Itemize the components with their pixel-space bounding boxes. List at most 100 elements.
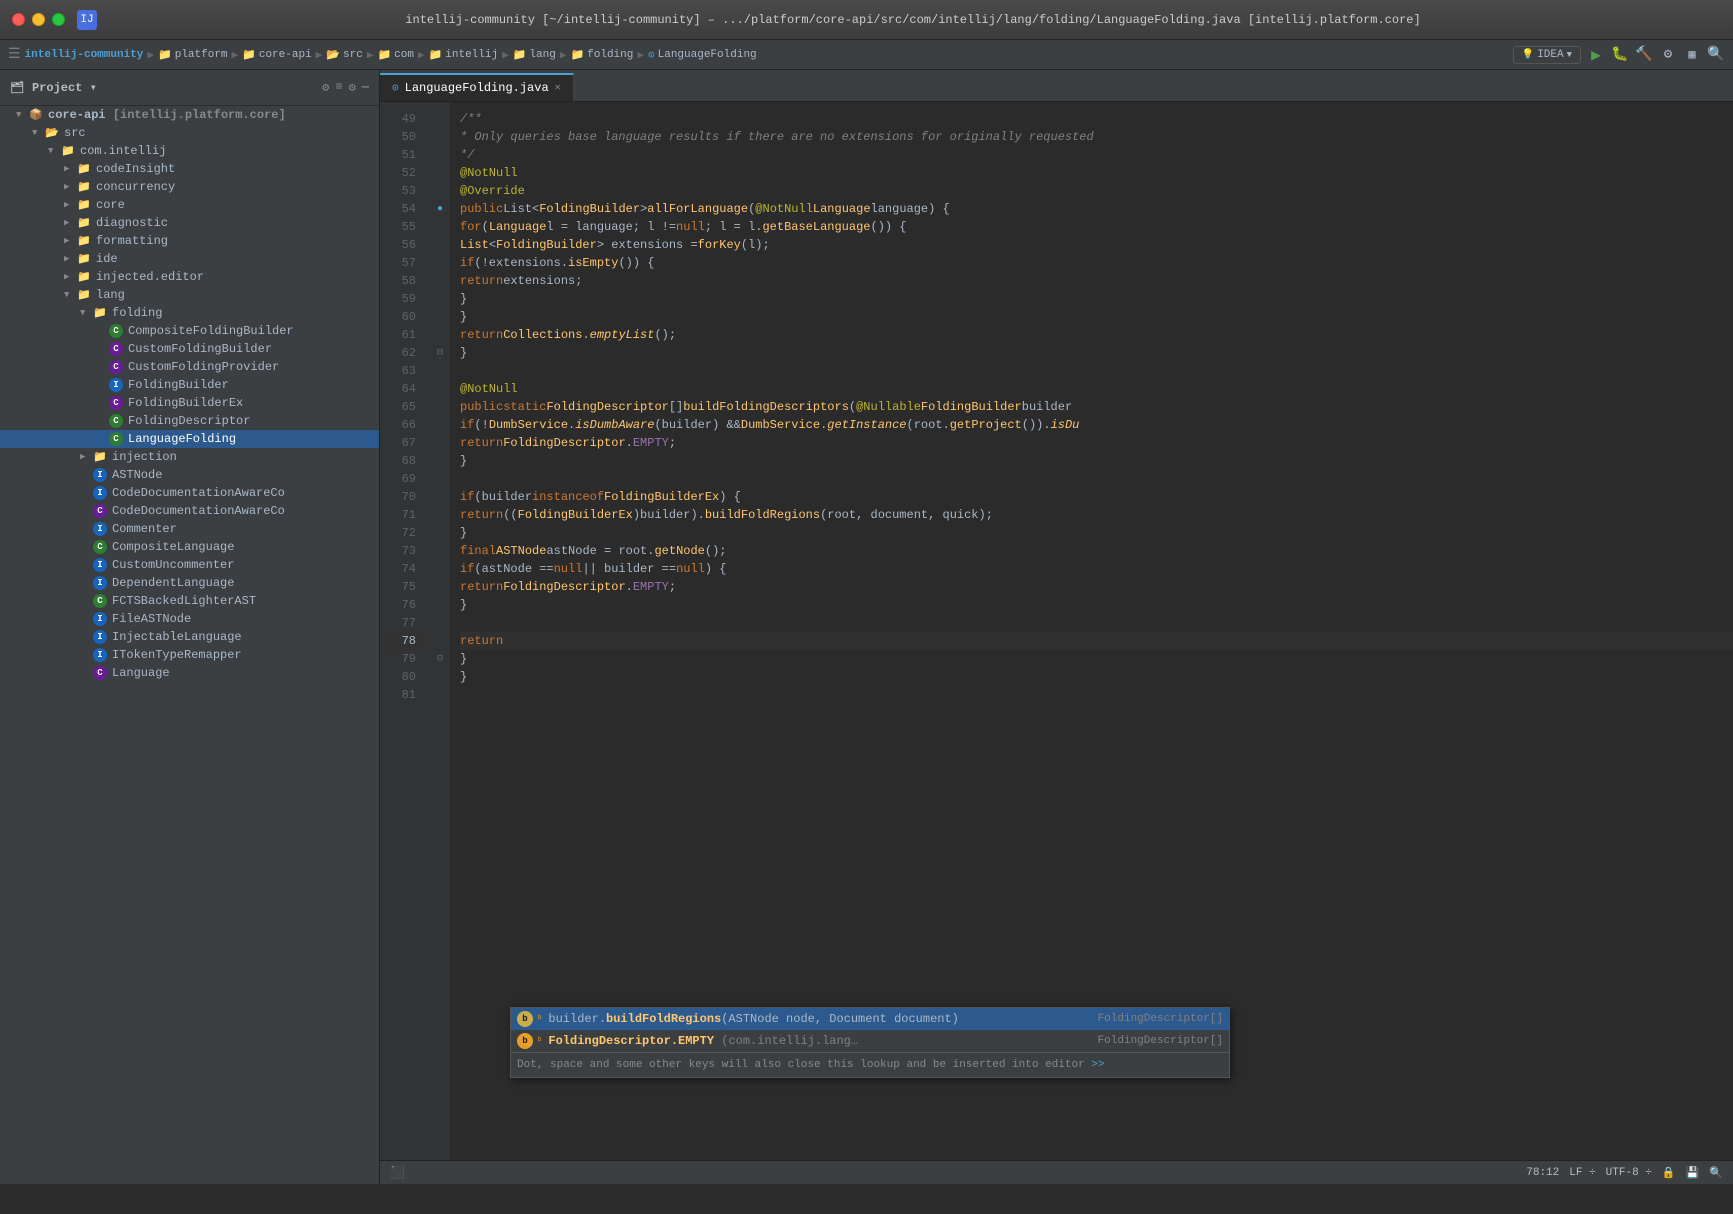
code-line-60: }	[460, 308, 1733, 326]
tree-item-codeInsight[interactable]: ▶ 📁 codeInsight	[0, 160, 379, 178]
line-ending[interactable]: LF ÷	[1569, 1167, 1595, 1179]
build-button[interactable]: 🔨	[1635, 46, 1653, 64]
tab-LanguageFolding[interactable]: ⊙ LanguageFolding.java ✕	[380, 73, 574, 101]
tree-item-formatting[interactable]: ▶ 📁 formatting	[0, 232, 379, 250]
encoding[interactable]: UTF-8 ÷	[1606, 1167, 1652, 1179]
tree-item-CodeDocAware1[interactable]: ▶ I CodeDocumentationAwareCo	[0, 484, 379, 502]
gutter-71	[430, 506, 450, 524]
status-left: ⬛	[390, 1165, 405, 1180]
tree-item-injection[interactable]: ▶ 📁 injection	[0, 448, 379, 466]
tree-item-CompositeFoldingBuilder[interactable]: ▶ C CompositeFoldingBuilder	[0, 322, 379, 340]
gutter-79: ⊟	[430, 650, 450, 668]
tree-item-FCTSBackedLighterAST[interactable]: ▶ C FCTSBackedLighterAST	[0, 592, 379, 610]
search-status-icon[interactable]: 🔍	[1709, 1166, 1723, 1180]
ln-57: 57	[380, 254, 422, 272]
code-line-64: @NotNull	[460, 380, 1733, 398]
code-line-52: @NotNull	[460, 164, 1733, 182]
tree-item-core[interactable]: ▶ 📁 core	[0, 196, 379, 214]
run-button[interactable]: ▶	[1587, 46, 1605, 64]
search-icon[interactable]: 🔍	[1707, 46, 1725, 64]
minimize-button[interactable]	[32, 13, 45, 26]
autocomplete-popup[interactable]: b ᵇ builder.buildFoldRegions(ASTNode nod…	[510, 1007, 1230, 1078]
code-line-63	[460, 362, 1733, 380]
debug-button[interactable]: 🐛	[1611, 46, 1629, 64]
tree-item-CustomFoldingBuilder[interactable]: ▶ C CustomFoldingBuilder	[0, 340, 379, 358]
tree-item-concurrency[interactable]: ▶ 📁 concurrency	[0, 178, 379, 196]
tree-item-core-api[interactable]: ▼ 📦 core-api [intellij.platform.core]	[0, 106, 379, 124]
tree-item-ITokenTypeRemapper[interactable]: ▶ I ITokenTypeRemapper	[0, 646, 379, 664]
breadcrumb-class[interactable]: ⊙ LanguageFolding	[648, 48, 757, 62]
tree-item-lang[interactable]: ▼ 📁 lang	[0, 286, 379, 304]
breadcrumb-src[interactable]: 📂 src	[326, 48, 363, 62]
code-line-65: public static FoldingDescriptor[] buildF…	[460, 398, 1733, 416]
tree-item-injected-editor[interactable]: ▶ 📁 injected.editor	[0, 268, 379, 286]
breadcrumb-intellij[interactable]: 📁 intellij	[429, 48, 499, 62]
breadcrumb-project[interactable]: intellij-community	[25, 49, 144, 61]
gutter-50	[430, 128, 450, 146]
breadcrumb-core-api[interactable]: 📁 core-api	[242, 48, 312, 62]
tree-item-folding[interactable]: ▼ 📁 folding	[0, 304, 379, 322]
tree-item-ASTNode[interactable]: ▶ I ASTNode	[0, 466, 379, 484]
autocomplete-hint-link[interactable]: >>	[1091, 1059, 1104, 1071]
settings-gear-icon[interactable]: ⚙	[349, 80, 356, 95]
tree-item-FileASTNode[interactable]: ▶ I FileASTNode	[0, 610, 379, 628]
ln-74: 74	[380, 560, 422, 578]
tree-item-CustomFoldingProvider[interactable]: ▶ C CustomFoldingProvider	[0, 358, 379, 376]
gutter-55	[430, 218, 450, 236]
tree-item-com-intellij[interactable]: ▼ 📁 com.intellij	[0, 142, 379, 160]
tree-item-InjectableLanguage[interactable]: ▶ I InjectableLanguage	[0, 628, 379, 646]
ln-56: 56	[380, 236, 422, 254]
code-content[interactable]: /** * Only queries base language results…	[450, 102, 1733, 1160]
gutter-49	[430, 110, 450, 128]
code-line-73: final ASTNode astNode = root.getNode();	[460, 542, 1733, 560]
close-button[interactable]	[12, 13, 25, 26]
ln-59: 59	[380, 290, 422, 308]
tree-item-ide[interactable]: ▶ 📁 ide	[0, 250, 379, 268]
code-line-56: List<FoldingBuilder> extensions = forKey…	[460, 236, 1733, 254]
tree-item-LanguageFolding[interactable]: ▶ C LanguageFolding	[0, 430, 379, 448]
settings-icon[interactable]: ⚙	[1659, 46, 1677, 64]
idea-dropdown[interactable]: 💡 IDEA ▼	[1513, 46, 1581, 64]
tree-item-CodeDocAware2[interactable]: ▶ C CodeDocumentationAwareCo	[0, 502, 379, 520]
tree-item-FoldingBuilderEx[interactable]: ▶ C FoldingBuilderEx	[0, 394, 379, 412]
breadcrumb-folding[interactable]: 📁 folding	[570, 48, 633, 62]
breadcrumb-com[interactable]: 📁 com	[377, 48, 414, 62]
code-editor[interactable]: 49 50 51 52 53 54 55 56 57 58 59 60 61 6…	[380, 102, 1733, 1160]
code-line-58: return extensions;	[460, 272, 1733, 290]
tree-item-DependentLanguage[interactable]: ▶ I DependentLanguage	[0, 574, 379, 592]
tree-item-Language[interactable]: ▶ C Language	[0, 664, 379, 682]
autocomplete-item-1[interactable]: b ᵇ builder.buildFoldRegions(ASTNode nod…	[511, 1008, 1229, 1030]
tree-item-src[interactable]: ▼ 📂 src	[0, 124, 379, 142]
code-line-54: public List<FoldingBuilder> allForLangua…	[460, 200, 1733, 218]
tree-item-Commenter[interactable]: ▶ I Commenter	[0, 520, 379, 538]
tree-item-FoldingBuilder[interactable]: ▶ I FoldingBuilder	[0, 376, 379, 394]
breadcrumb-lang[interactable]: 📁 lang	[513, 48, 556, 62]
ln-53: 53	[380, 182, 422, 200]
sync-icon[interactable]: ⚙	[322, 80, 329, 95]
tree-item-CompositeLanguage[interactable]: ▶ C CompositeLanguage	[0, 538, 379, 556]
minimize-sidebar-icon[interactable]: —	[362, 80, 369, 95]
tree-item-CustomUncommenter[interactable]: ▶ I CustomUncommenter	[0, 556, 379, 574]
ln-60: 60	[380, 308, 422, 326]
status-bar: ⬛ 78:12 LF ÷ UTF-8 ÷ 🔒 💾 🔍	[380, 1160, 1733, 1184]
cursor-position[interactable]: 78:12	[1526, 1167, 1559, 1179]
ln-80: 80	[380, 668, 422, 686]
tab-close-icon[interactable]: ✕	[555, 82, 561, 94]
ln-51: 51	[380, 146, 422, 164]
sidebar-title: Project ▾	[32, 80, 97, 95]
gutter-66	[430, 416, 450, 434]
gutter-61	[430, 326, 450, 344]
save-icon[interactable]: 💾	[1686, 1166, 1700, 1180]
terminal-icon[interactable]: ⬛	[390, 1165, 405, 1180]
layout-icon[interactable]: ▦	[1683, 46, 1701, 64]
autocomplete-item-2[interactable]: b ᵇ FoldingDescriptor.EMPTY (com.intelli…	[511, 1030, 1229, 1052]
gutter-52	[430, 164, 450, 182]
tree-item-FoldingDescriptor[interactable]: ▶ C FoldingDescriptor	[0, 412, 379, 430]
tree-item-diagnostic[interactable]: ▶ 📁 diagnostic	[0, 214, 379, 232]
maximize-button[interactable]	[52, 13, 65, 26]
filter-icon[interactable]: ≡	[335, 80, 342, 95]
gutter-74	[430, 560, 450, 578]
traffic-lights	[12, 13, 65, 26]
breadcrumb-platform[interactable]: 📁 platform	[158, 48, 228, 62]
gutter-60	[430, 308, 450, 326]
